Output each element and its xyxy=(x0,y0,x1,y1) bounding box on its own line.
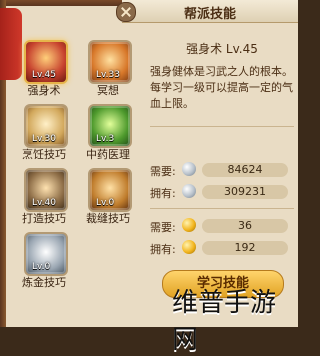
cost-row: 拥有: 192 xyxy=(150,240,294,258)
skill-item-medicine[interactable]: Lv.3 中药医理 xyxy=(76,100,140,170)
skill-name: 裁缝技巧 xyxy=(86,212,130,225)
selected-skill-title: 强身术 Lv.45 xyxy=(186,42,258,56)
skill-level: Lv.0 xyxy=(32,262,51,272)
silver-coin-icon xyxy=(182,184,196,198)
skill-item-strength[interactable]: Lv.45 强身术 xyxy=(12,36,76,106)
skill-level: Lv.3 xyxy=(96,134,115,144)
skill-item-alchemy[interactable]: Lv.0 炼金技巧 xyxy=(12,228,76,298)
skill-item-forging[interactable]: Lv.40 打造技巧 xyxy=(12,164,76,234)
watermark-text: 维普手游网 xyxy=(172,288,277,355)
window-title: 帮派技能 xyxy=(183,7,236,22)
owned-value: 309231 xyxy=(202,185,288,199)
skill-name: 冥想 xyxy=(97,84,119,97)
skill-name: 炼金技巧 xyxy=(22,276,66,289)
owned-value: 192 xyxy=(202,241,288,255)
skill-level: Lv.40 xyxy=(32,198,56,208)
skill-item-cooking[interactable]: Lv.30 烹饪技巧 xyxy=(12,100,76,170)
cost-row: 拥有: 309231 xyxy=(150,184,294,202)
cost-row: 需要: 84624 xyxy=(150,162,294,180)
skill-level: Lv.33 xyxy=(96,70,120,80)
skill-detail-panel: 强身术 Lv.45 强身健体是习武之人的根本。每学习一级可以提高一定的气血上限。… xyxy=(150,28,294,320)
cost-value: 36 xyxy=(202,219,288,233)
skill-level: Lv.30 xyxy=(32,134,56,144)
skill-level: Lv.45 xyxy=(32,70,56,80)
cost-label: 需要: xyxy=(150,165,176,178)
divider xyxy=(150,126,294,127)
skill-name: 打造技巧 xyxy=(22,212,66,225)
cost-row: 需要: 36 xyxy=(150,218,294,236)
skill-item-tailoring[interactable]: Lv.0 裁缝技巧 xyxy=(76,164,140,234)
skill-level: Lv.0 xyxy=(96,198,115,208)
gold-coin-icon xyxy=(182,218,196,232)
skill-item-meditation[interactable]: Lv.33 冥想 xyxy=(76,36,140,106)
skill-panel-window: 帮派技能 Lv.45 强身术 Lv.33 冥想 Lv.30 烹饪技巧 Lv.3 … xyxy=(0,0,298,355)
close-icon[interactable] xyxy=(116,2,136,22)
skill-name: 中药医理 xyxy=(86,148,130,161)
skill-name: 强身术 xyxy=(27,84,61,97)
gold-coin-icon xyxy=(182,240,196,254)
skill-name: 烹饪技巧 xyxy=(22,148,66,161)
cost-value: 84624 xyxy=(202,163,288,177)
owned-label: 拥有: xyxy=(150,187,176,200)
cost-label: 需要: xyxy=(150,221,176,234)
silver-coin-icon xyxy=(182,162,196,176)
owned-label: 拥有: xyxy=(150,243,176,256)
window-title-bar: 帮派技能 xyxy=(122,0,298,23)
skill-description: 强身健体是习武之人的根本。每学习一级可以提高一定的气血上限。 xyxy=(150,65,293,110)
divider xyxy=(150,208,294,209)
